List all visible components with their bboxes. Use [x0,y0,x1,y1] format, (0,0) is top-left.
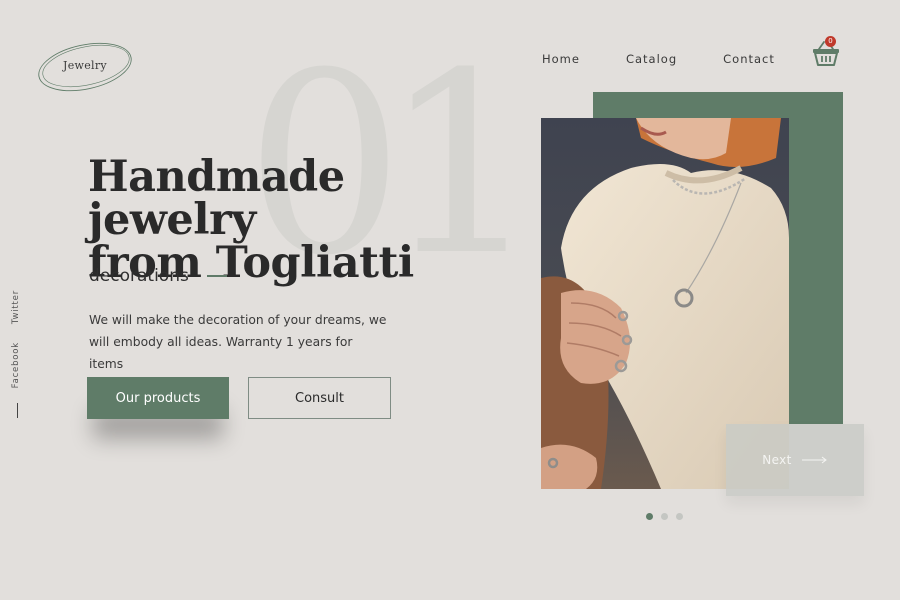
twitter-link[interactable]: Twitter [11,290,21,324]
hero-description: We will make the decoration of your drea… [89,313,387,371]
slider-dots [646,513,683,520]
arrow-right-icon [801,456,827,464]
slider-dot-2[interactable] [661,513,668,520]
nav-contact[interactable]: Contact [723,52,775,66]
consult-button[interactable]: Consult [248,377,391,419]
headline-line-1: Handmade jewelry [88,152,345,245]
subtitle-dash [206,275,227,277]
social-divider [17,403,18,418]
facebook-link[interactable]: Facebook [11,342,21,388]
our-products-button[interactable]: Our products [87,377,229,419]
next-slide-button[interactable]: Next [726,424,864,496]
cart-button[interactable]: 0 [810,36,842,68]
nav-home[interactable]: Home [542,52,580,66]
logo-text: Jewelry [63,59,107,72]
subtitle-text: decorations [89,266,189,286]
logo[interactable]: Jewelry [36,38,136,96]
cart-count-badge: 0 [825,36,836,47]
hero-subtitle: decorations [89,266,227,286]
slider-dot-3[interactable] [676,513,683,520]
slider-dot-1[interactable] [646,513,653,520]
main-nav: Home Catalog Contact [542,52,821,66]
nav-catalog[interactable]: Catalog [626,52,677,66]
next-label: Next [762,453,792,467]
